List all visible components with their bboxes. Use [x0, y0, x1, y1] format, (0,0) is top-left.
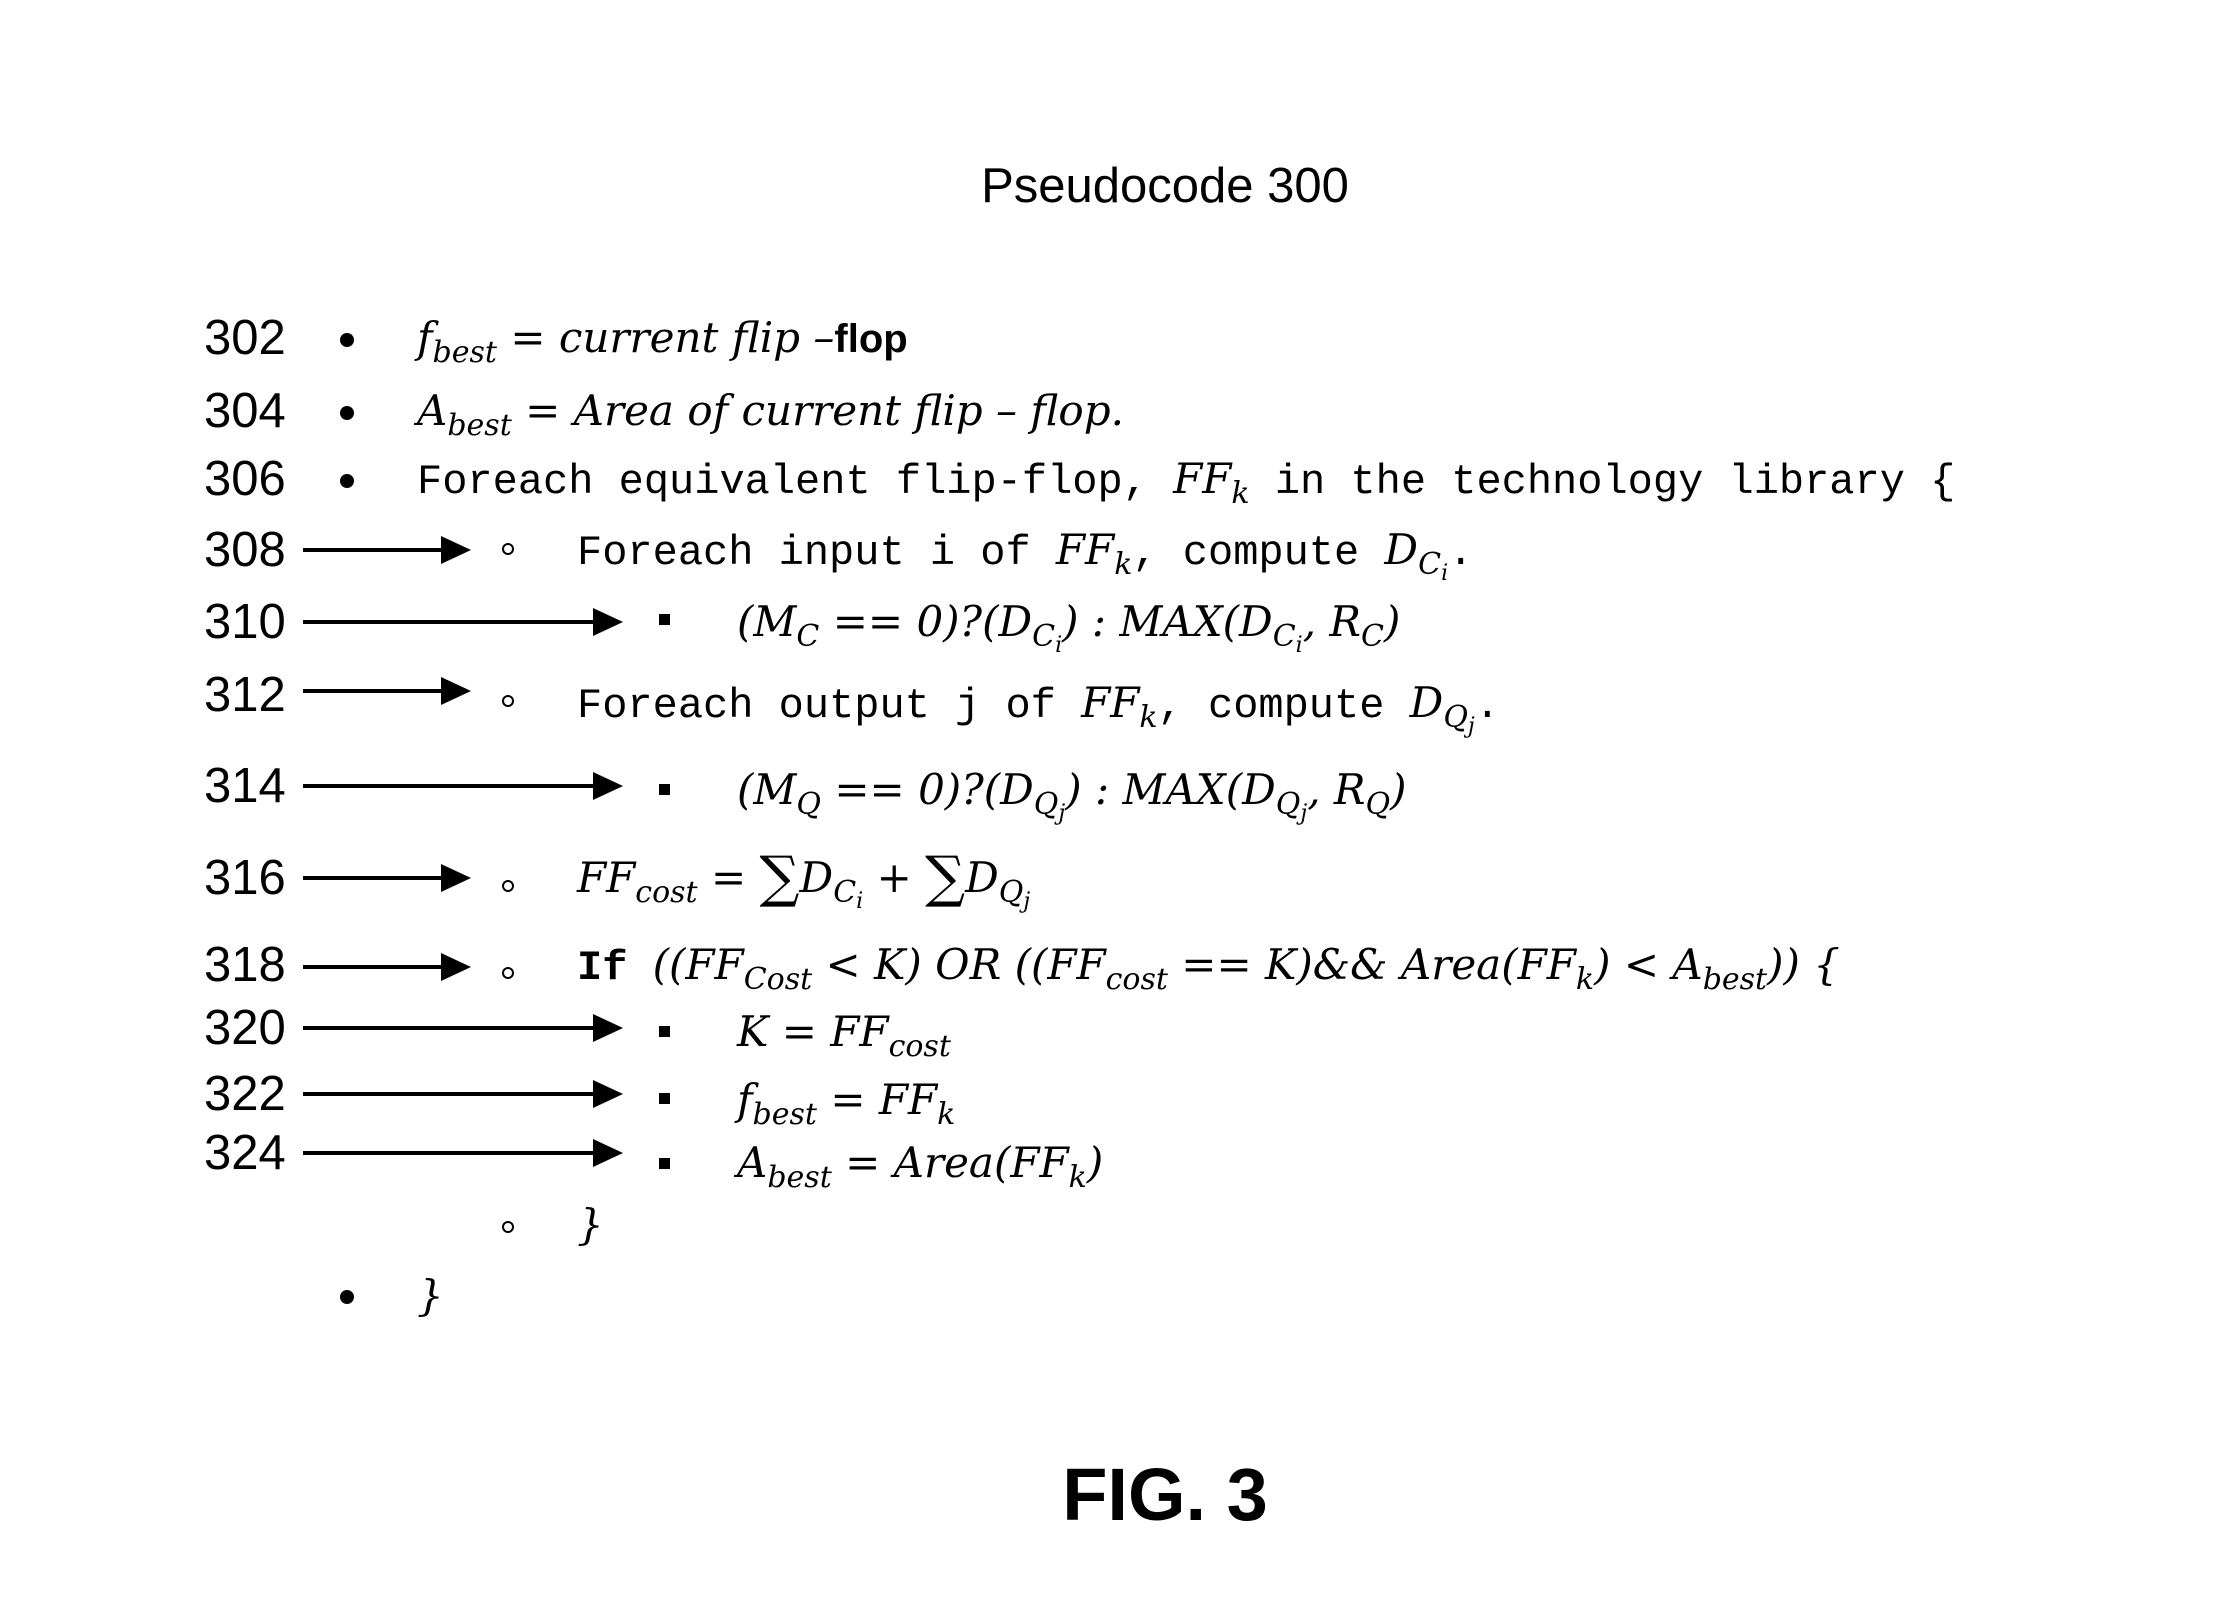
leader-arrow-icon: [303, 608, 623, 636]
line-text: Foreach input i of FFk, compute DCi.: [577, 525, 1474, 586]
leader-arrow-icon: [303, 953, 471, 981]
leader-arrow-icon: [303, 772, 623, 800]
square-bullet-icon: [659, 1158, 670, 1169]
filled-bullet-icon: [340, 406, 354, 420]
line-text: FFcost = ∑DCi + ∑DQj: [577, 845, 1031, 914]
leader-arrow-icon: [303, 1080, 623, 1108]
figure-title: Pseudocode 300: [981, 159, 1349, 213]
line-text: Foreach equivalent flip-flop, FFk in the…: [417, 454, 1956, 511]
open-bullet-icon: [502, 967, 514, 979]
pseudocode-line-318: 318 If ((FFCost < K) OR ((FFcost == K)&&…: [0, 937, 2225, 1007]
line-text: K = FFcost: [737, 1007, 951, 1064]
reference-numeral: 308: [204, 523, 286, 577]
pseudocode-line-314: 314 (MQ == 0)?(DQj) : MAX(DQj, RQ): [0, 758, 2225, 828]
line-text: }: [577, 1200, 604, 1249]
line-text: fbest = current flip –flop: [417, 313, 908, 370]
open-bullet-icon: [502, 695, 514, 707]
line-text: (MQ == 0)?(DQj) : MAX(DQj, RQ): [737, 765, 1407, 826]
reference-numeral: 312: [204, 668, 286, 722]
square-bullet-icon: [659, 1093, 670, 1104]
pseudocode-line-close-inner: }: [0, 1197, 2225, 1267]
pseudocode-line-302: 302 fbest = current flip –flop: [0, 310, 2225, 380]
open-bullet-icon: [502, 1221, 514, 1233]
line-text: }: [417, 1271, 444, 1320]
figure-label: FIG. 3: [1062, 1453, 1268, 1536]
reference-numeral: 310: [204, 595, 286, 649]
reference-numeral: 318: [204, 938, 286, 992]
leader-arrow-icon: [303, 864, 471, 892]
open-bullet-icon: [502, 543, 514, 555]
reference-numeral: 324: [204, 1126, 286, 1180]
pseudocode-line-316: 316 FFcost = ∑DCi + ∑DQj: [0, 850, 2225, 920]
open-bullet-icon: [502, 880, 514, 892]
square-bullet-icon: [659, 1026, 670, 1037]
square-bullet-icon: [659, 784, 670, 795]
line-text: Foreach output j of FFk, compute DQj.: [577, 678, 1500, 739]
leader-arrow-icon: [303, 536, 471, 564]
pseudocode-line-304: 304 Abest = Area of current flip – flop.: [0, 383, 2225, 453]
reference-numeral: 302: [204, 311, 286, 365]
reference-numeral: 320: [204, 1001, 286, 1055]
filled-bullet-icon: [340, 474, 354, 488]
pseudocode-line-306: 306 Foreach equivalent flip-flop, FFk in…: [0, 451, 2225, 521]
line-text: Abest = Area of current flip – flop.: [417, 386, 1124, 443]
reference-numeral: 306: [204, 452, 286, 506]
reference-numeral: 304: [204, 384, 286, 438]
pseudocode-line-324: 324 Abest = Area(FFk): [0, 1125, 2225, 1195]
filled-bullet-icon: [340, 333, 354, 347]
line-text: Abest = Area(FFk): [737, 1138, 1104, 1195]
line-text: (MC == 0)?(DCi) : MAX(DCi, RC): [737, 597, 1401, 658]
leader-arrow-icon: [303, 677, 471, 705]
pseudocode-line-320: 320 K = FFcost: [0, 1000, 2225, 1070]
reference-numeral: 316: [204, 851, 286, 905]
line-text: If ((FFCost < K) OR ((FFcost == K)&& Are…: [577, 940, 1840, 997]
pseudocode-line-310: 310 (MC == 0)?(DCi) : MAX(DCi, RC): [0, 594, 2225, 664]
square-bullet-icon: [659, 614, 670, 625]
filled-bullet-icon: [340, 1290, 354, 1304]
reference-numeral: 314: [204, 759, 286, 813]
line-text: fbest = FFk: [737, 1075, 956, 1132]
reference-numeral: 322: [204, 1067, 286, 1121]
pseudocode-line-close-outer: }: [0, 1268, 2225, 1338]
pseudocode-line-308: 308 Foreach input i of FFk, compute DCi.: [0, 522, 2225, 592]
pseudocode-line-312: 312 Foreach output j of FFk, compute DQj…: [0, 667, 2225, 738]
leader-arrow-icon: [303, 1139, 623, 1167]
leader-arrow-icon: [303, 1014, 623, 1042]
